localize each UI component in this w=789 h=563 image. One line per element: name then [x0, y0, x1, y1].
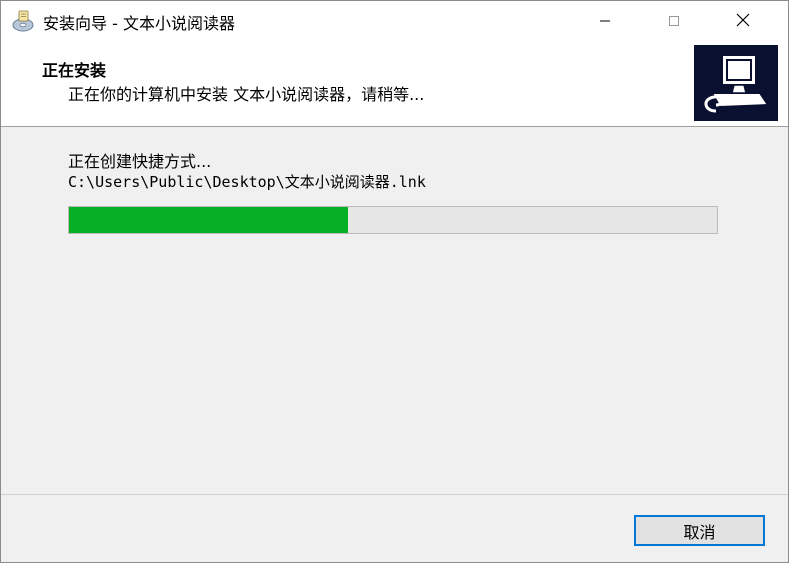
minimize-icon — [599, 12, 611, 31]
window-title: 安装向导 - 文本小说阅读器 — [43, 14, 235, 33]
minimize-button[interactable] — [582, 1, 628, 41]
shortcut-path: C:\Users\Public\Desktop\文本小说阅读器.lnk — [68, 173, 426, 191]
page-subtitle: 正在你的计算机中安装 文本小说阅读器，请稍等... — [68, 85, 425, 104]
title-bar[interactable]: 安装向导 - 文本小说阅读器 — [1, 1, 788, 41]
cancel-button[interactable]: 取消 — [634, 515, 765, 546]
maximize-button[interactable] — [651, 1, 697, 41]
computer-installing-icon — [694, 45, 778, 121]
footer-divider — [1, 494, 788, 495]
cancel-button-label: 取消 — [683, 522, 716, 542]
installer-window: 安装向导 - 文本小说阅读器 正在安装 正在你的计算机中安装 文本小说阅读器，请… — [0, 0, 789, 563]
page-header: 正在安装 正在你的计算机中安装 文本小说阅读器，请稍等... — [1, 41, 788, 127]
install-progress-bar — [68, 206, 718, 234]
page-title: 正在安装 — [42, 61, 107, 80]
close-button[interactable] — [720, 1, 766, 41]
installer-disk-icon — [11, 9, 35, 33]
progress-fill — [69, 207, 348, 233]
close-icon — [736, 12, 750, 31]
maximize-icon — [668, 12, 680, 31]
status-text: 正在创建快捷方式... — [68, 152, 212, 171]
